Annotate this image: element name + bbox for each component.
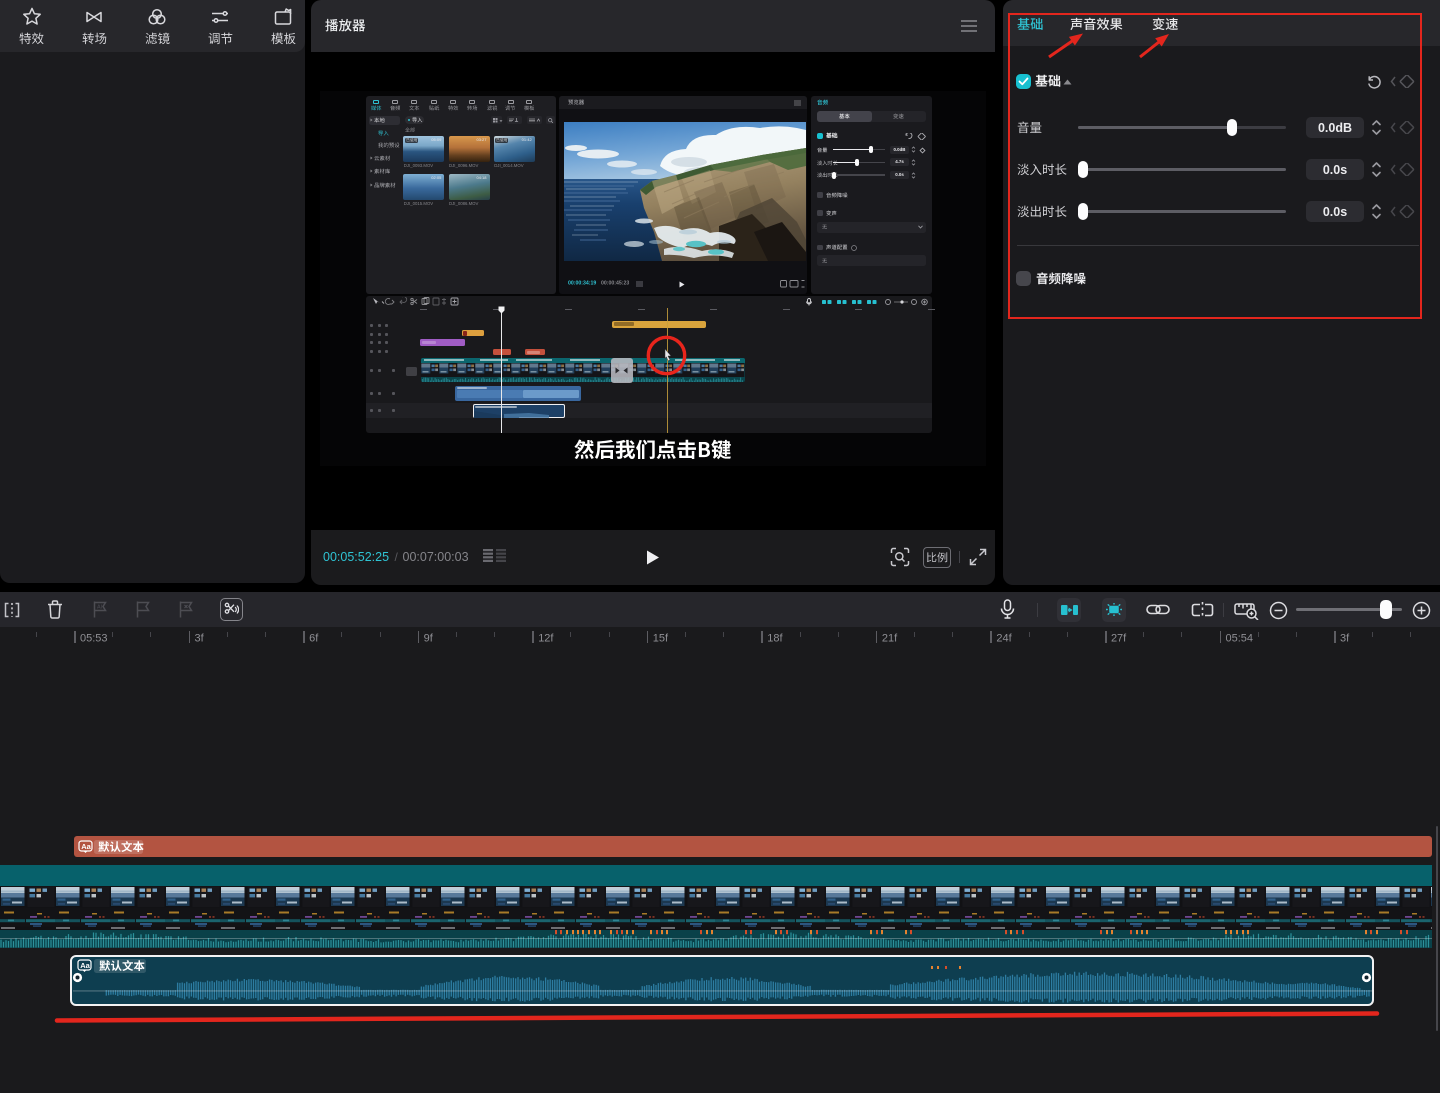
svg-text:Aa: Aa (81, 841, 91, 850)
svg-text:Aa: Aa (80, 960, 90, 969)
svg-text:AI: AI (97, 605, 103, 611)
